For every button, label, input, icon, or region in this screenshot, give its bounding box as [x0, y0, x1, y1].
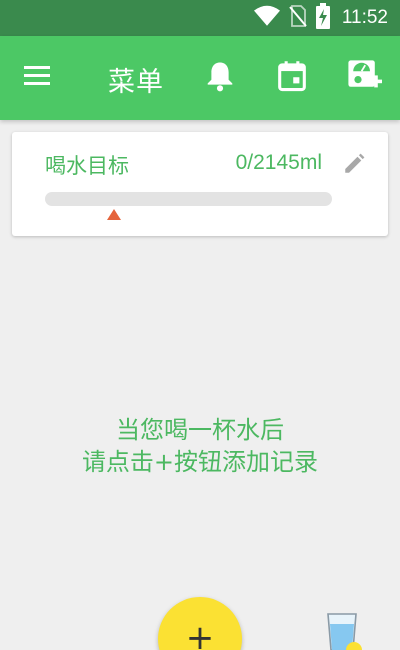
- app-title: 菜单: [108, 67, 164, 98]
- bell-icon: [205, 60, 235, 96]
- cup-button[interactable]: [322, 610, 364, 650]
- edit-pencil-icon: [342, 150, 368, 180]
- edit-goal-button[interactable]: [340, 150, 370, 180]
- no-sim-icon: [288, 4, 308, 32]
- menu-button[interactable]: [22, 62, 62, 94]
- goal-progress-bar: [45, 192, 332, 206]
- reminder-button[interactable]: [200, 58, 240, 98]
- menu-icon: [22, 66, 54, 94]
- goal-marker-icon: [107, 209, 121, 220]
- empty-state-hint: 当您喝一杯水后 请点击+按钮添加记录: [0, 414, 400, 478]
- drink-goal-card: 喝水目标 0/2145ml: [12, 132, 388, 236]
- calendar-button[interactable]: [272, 58, 312, 98]
- empty-hint-line-1: 当您喝一杯水后: [116, 416, 284, 444]
- add-record-button[interactable]: +: [158, 597, 242, 650]
- calendar-icon: [277, 60, 307, 96]
- status-time: 11:52: [341, 7, 388, 28]
- battery-charging-icon: [315, 3, 330, 33]
- goal-label: 喝水目标: [45, 154, 129, 178]
- plus-icon: +: [185, 618, 215, 650]
- water-cup-icon: [322, 613, 364, 650]
- status-icons: 11:52: [253, 0, 388, 36]
- add-scale-icon: [346, 58, 382, 98]
- status-bar: 11:52: [0, 0, 400, 36]
- wifi-icon: [253, 5, 280, 31]
- goal-value: 0/2145ml: [235, 151, 322, 174]
- add-weight-button[interactable]: [344, 58, 384, 98]
- empty-hint-line-2: 请点击+按钮添加记录: [81, 448, 319, 476]
- app-bar: 菜单: [0, 36, 400, 120]
